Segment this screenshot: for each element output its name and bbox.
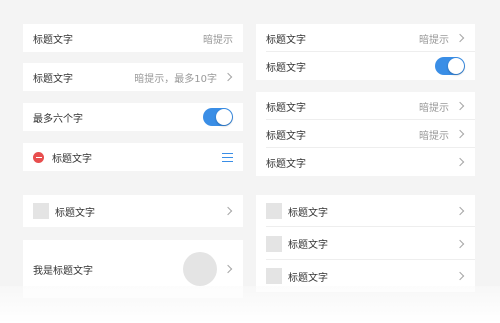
toggle-knob [216, 109, 232, 125]
list-item[interactable]: 标题文字 暗提示，最多10字 [23, 63, 243, 91]
left-card-3: 最多六个字 [23, 103, 243, 131]
list-item[interactable]: 标题文字 [256, 227, 475, 260]
item-hint: 暗提示 [419, 102, 449, 114]
left-card-1: 标题文字 暗提示 [23, 24, 243, 52]
chevron-right-icon [455, 206, 465, 216]
list-item[interactable]: 标题文字 暗提示 [23, 24, 243, 52]
delete-icon[interactable] [33, 151, 44, 163]
item-title: 标题文字 [266, 62, 306, 74]
item-hint: 暗提示，最多10字 [134, 73, 217, 85]
chevron-right-icon [223, 206, 233, 216]
item-title: 标题文字 [52, 153, 92, 165]
chevron-right-icon [455, 239, 465, 248]
item-title: 标题文字 [288, 207, 328, 219]
toggle-knob [448, 58, 464, 74]
chevron-right-icon [455, 157, 465, 167]
right-group-3: 标题文字 标题文字 标题文字 [256, 195, 475, 292]
chevron-right-icon [455, 129, 465, 139]
list-item[interactable]: 我是标题文字 [23, 240, 243, 298]
image-placeholder-icon [266, 203, 282, 219]
list-item[interactable]: 标题文字 暗提示 [256, 24, 475, 52]
item-title: 标题文字 [33, 34, 73, 46]
left-card-2: 标题文字 暗提示，最多10字 [23, 63, 243, 91]
item-hint: 暗提示 [419, 34, 449, 46]
image-placeholder-icon [266, 235, 282, 252]
list-item[interactable]: 标题文字 [256, 195, 475, 227]
chevron-right-icon [223, 72, 233, 82]
item-title: 标题文字 [266, 102, 306, 114]
item-title: 标题文字 [288, 272, 328, 284]
item-title: 标题文字 [266, 34, 306, 46]
left-card-5: 标题文字 [23, 195, 243, 227]
chevron-right-icon [455, 271, 465, 281]
toggle-switch[interactable] [203, 108, 233, 126]
chevron-right-icon [223, 264, 233, 274]
list-item[interactable]: 标题文字 暗提示 [256, 92, 475, 120]
image-placeholder-icon [33, 203, 49, 219]
list-item[interactable]: 标题文字 暗提示 [256, 120, 475, 148]
left-card-6: 我是标题文字 [23, 240, 243, 298]
item-title: 标题文字 [33, 73, 73, 85]
item-title: 标题文字 [266, 130, 306, 142]
image-placeholder-icon [266, 268, 282, 284]
chevron-right-icon [455, 33, 465, 43]
item-title: 我是标题文字 [33, 265, 93, 277]
item-title: 标题文字 [288, 240, 328, 251]
item-title: 标题文字 [55, 207, 95, 219]
left-card-4: 标题文字 [23, 143, 243, 171]
list-item: 标题文字 [23, 143, 243, 171]
item-title: 最多六个字 [33, 113, 83, 125]
chevron-right-icon [455, 101, 465, 111]
item-hint: 暗提示 [203, 34, 233, 46]
toggle-switch[interactable] [435, 57, 465, 75]
right-group-2: 标题文字 暗提示 标题文字 暗提示 标题文字 [256, 92, 475, 176]
list-item[interactable]: 标题文字 [23, 195, 243, 227]
right-group-1: 标题文字 暗提示 标题文字 [256, 24, 475, 80]
avatar-placeholder [183, 252, 217, 286]
item-title: 标题文字 [266, 158, 306, 170]
list-item: 标题文字 [256, 52, 475, 80]
item-hint: 暗提示 [419, 130, 449, 142]
list-item[interactable]: 标题文字 [256, 148, 475, 176]
menu-icon[interactable] [222, 152, 233, 162]
list-item[interactable]: 标题文字 [256, 260, 475, 292]
list-item: 最多六个字 [23, 103, 243, 131]
